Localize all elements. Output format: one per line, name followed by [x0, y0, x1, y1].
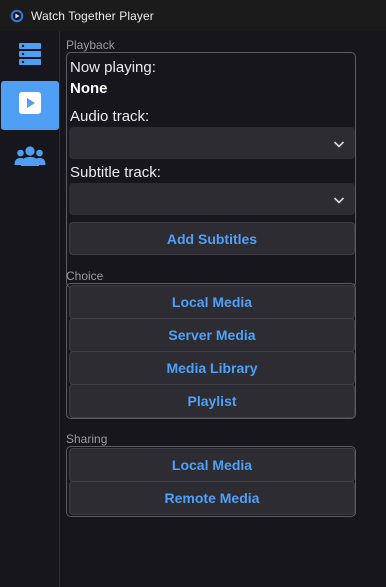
- sidebar-item-player[interactable]: [1, 81, 59, 130]
- users-icon: [14, 145, 46, 172]
- playback-group-label: Playback: [66, 38, 115, 52]
- sidebar: [0, 31, 60, 587]
- window-title: Watch Together Player: [31, 8, 154, 23]
- title-bar: Watch Together Player: [0, 0, 386, 31]
- scrollbar-area: [362, 31, 386, 587]
- chevron-down-icon: [333, 193, 345, 205]
- now-playing-label: Now playing:: [70, 59, 156, 76]
- server-list-icon: [17, 41, 43, 72]
- now-playing-value: None: [70, 80, 108, 97]
- play-icon: [18, 91, 42, 120]
- sharing-remote-media-button[interactable]: Remote Media: [69, 481, 355, 515]
- app-logo-icon: [10, 9, 24, 23]
- choice-group: Local Media Server Media Media Library P…: [66, 283, 356, 419]
- sharing-local-media-button[interactable]: Local Media: [69, 448, 355, 482]
- sidebar-item-users[interactable]: [1, 134, 59, 183]
- main-panel: Playback Now playing: None Audio track: …: [60, 31, 362, 587]
- choice-local-media-button[interactable]: Local Media: [69, 285, 355, 319]
- choice-media-library-button[interactable]: Media Library: [69, 351, 355, 385]
- audio-track-select[interactable]: [69, 127, 355, 159]
- subtitle-track-select[interactable]: [69, 183, 355, 215]
- audio-track-label: Audio track:: [70, 108, 150, 125]
- chevron-down-icon: [333, 137, 345, 149]
- sharing-group-label: Sharing: [66, 432, 108, 446]
- sidebar-item-servers[interactable]: [1, 32, 59, 81]
- add-subtitles-button[interactable]: Add Subtitles: [69, 222, 355, 255]
- sharing-group: Local Media Remote Media: [66, 446, 356, 517]
- choice-server-media-button[interactable]: Server Media: [69, 318, 355, 352]
- playback-group: Now playing: None Audio track: Subtitle …: [66, 52, 356, 288]
- choice-group-label: Choice: [66, 269, 104, 283]
- subtitle-track-label: Subtitle track:: [70, 164, 161, 181]
- choice-playlist-button[interactable]: Playlist: [69, 384, 355, 418]
